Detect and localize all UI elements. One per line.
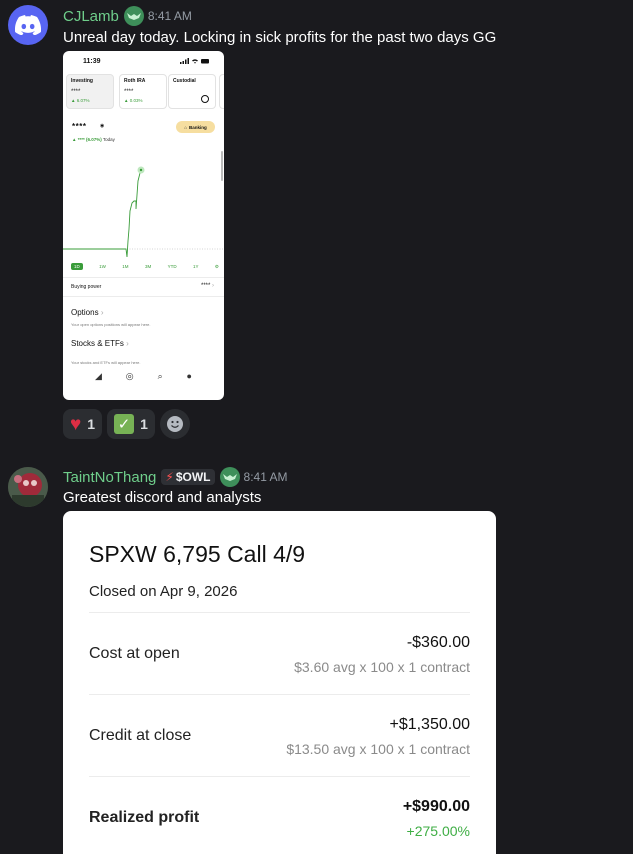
username[interactable]: CJLamb: [63, 8, 119, 25]
banking-button[interactable]: ⌂ Banking: [176, 121, 215, 133]
account-change: ▲ 6.07%: [71, 98, 90, 103]
add-reaction-button[interactable]: [159, 409, 190, 439]
avatar[interactable]: [8, 467, 48, 507]
status-time: 11:39: [83, 58, 101, 65]
portfolio-line-chart[interactable]: [63, 151, 224, 261]
divider: [89, 776, 470, 777]
cost-at-open-value: -$360.00: [406, 634, 470, 651]
message-text: Unreal day today. Locking in sick profit…: [63, 29, 497, 46]
chart-range-selector: 1D 1W 1M 3M YTD 1Y ⚙: [71, 263, 219, 270]
buying-power-label: Buying power: [71, 284, 102, 290]
divider: [63, 277, 224, 278]
stocks-section-title[interactable]: Stocks & ETFs ›: [71, 339, 129, 348]
status-icons: [180, 58, 210, 66]
bottom-tab-bar: ◢ ◎ ⌕ ●: [63, 371, 224, 382]
stocks-section-subtitle: Your stocks and ETFs will appear here.: [71, 360, 141, 365]
banking-label: Banking: [188, 124, 207, 130]
cost-at-open-label: Cost at open: [89, 645, 180, 662]
account-name: Custodial: [173, 78, 196, 84]
search-tab-icon[interactable]: ⌕: [158, 371, 163, 382]
account-change: ▲ 0.03%: [124, 98, 143, 103]
eye-icon[interactable]: ◉: [100, 123, 104, 129]
options-section-subtitle: Your open options positions will appear …: [71, 322, 151, 327]
realized-profit-percent: +275.00%: [406, 823, 470, 839]
account-name: Investing: [71, 78, 93, 84]
signal-icon: [180, 58, 209, 64]
account-tab-icon[interactable]: ●: [187, 371, 192, 382]
realized-profit-value: +$990.00: [402, 798, 470, 815]
buying-power-amount: ****: [200, 283, 211, 289]
realized-profit-label: Realized profit: [89, 809, 200, 826]
smiley-icon: [166, 416, 183, 432]
divider: [89, 612, 470, 613]
timestamp: 8:41 AM: [243, 470, 288, 484]
discord-logo-icon: [15, 15, 41, 35]
account-card-partial: [219, 74, 224, 109]
avatar-image-icon: [8, 467, 48, 507]
today-change: ▲ **** (6.07%) Today: [72, 137, 115, 142]
scroll-indicator: [221, 151, 223, 181]
portfolio-line: [63, 168, 142, 258]
stocks-title: Stocks & ETFs: [71, 339, 124, 348]
image-attachment[interactable]: 11:39 Investing **** ▲ 6.07% Roth IRA **…: [63, 51, 224, 400]
crypto-tab-icon[interactable]: ◎: [126, 371, 134, 382]
chevron-right-icon: ›: [126, 339, 129, 348]
heart-icon: ♥: [70, 413, 82, 435]
balance: ****: [72, 122, 87, 131]
lightning-icon: ⚡: [165, 470, 174, 484]
current-point-dot: [139, 168, 143, 172]
bank-icon: ⌂: [184, 124, 187, 130]
options-title: Options: [71, 308, 99, 317]
account-name: Roth IRA: [124, 78, 146, 84]
owl-role-icon[interactable]: [123, 6, 144, 26]
timestamp: 8:41 AM: [147, 9, 192, 23]
message-cjlamb: CJLamb 8:41 AM Unreal day today. Locking…: [0, 0, 633, 440]
trade-title: SPXW 6,795 Call 4/9: [89, 541, 306, 567]
range-1y[interactable]: 1Y: [193, 264, 199, 269]
range-1m[interactable]: 1M: [122, 264, 128, 269]
credit-at-close-label: Credit at close: [89, 727, 192, 744]
credit-at-close-detail: $13.50 avg x 100 x 1 contract: [286, 741, 470, 757]
message-header: TaintNoThang ⚡ $OWL 8:41 AM: [63, 467, 288, 487]
avatar[interactable]: [8, 5, 48, 45]
account-value: ****: [124, 89, 134, 95]
account-card-custodial[interactable]: Custodial: [168, 74, 216, 109]
options-section-title[interactable]: Options ›: [71, 308, 103, 317]
server-tag[interactable]: ⚡ $OWL: [161, 469, 215, 485]
divider: [89, 694, 470, 695]
server-tag-label: $OWL: [175, 470, 211, 484]
buying-power-value[interactable]: **** ›: [201, 283, 214, 289]
message-text: Greatest discord and analysts: [63, 489, 262, 506]
range-1w[interactable]: 1W: [99, 264, 106, 269]
username[interactable]: TaintNoThang: [63, 469, 156, 486]
reaction-check[interactable]: ✓ 1: [107, 409, 155, 439]
account-value: ****: [71, 89, 81, 95]
cost-at-open-detail: $3.60 avg x 100 x 1 contract: [294, 659, 470, 675]
reactions: ♥ 1 ✓ 1: [63, 409, 190, 439]
investing-tab-icon[interactable]: ◢: [95, 371, 102, 382]
account-card-roth-ira[interactable]: Roth IRA **** ▲ 0.03%: [119, 74, 167, 109]
reaction-count: 1: [140, 416, 148, 432]
owl-role-icon[interactable]: [219, 467, 240, 487]
closed-date: Closed on Apr 9, 2026: [89, 583, 238, 600]
chevron-right-icon: ›: [212, 283, 214, 289]
check-mark-icon: ✓: [114, 414, 135, 434]
trade-card-image[interactable]: SPXW 6,795 Call 4/9 Closed on Apr 9, 202…: [63, 511, 496, 854]
chevron-right-icon: ›: [100, 308, 104, 317]
range-1d[interactable]: 1D: [71, 263, 83, 270]
divider: [63, 296, 224, 297]
range-3m[interactable]: 3M: [145, 264, 151, 269]
target-icon: [201, 95, 209, 103]
chart-settings-icon[interactable]: ⚙: [215, 264, 219, 270]
message-header: CJLamb 8:41 AM: [63, 6, 192, 26]
today-change-value: ▲ **** (6.07%): [72, 137, 102, 142]
account-card-investing[interactable]: Investing **** ▲ 6.07%: [66, 74, 114, 109]
reaction-heart[interactable]: ♥ 1: [63, 409, 103, 439]
reaction-count: 1: [87, 416, 96, 432]
credit-at-close-value: +$1,350.00: [389, 716, 470, 733]
today-label: Today: [102, 137, 115, 142]
range-ytd[interactable]: YTD: [168, 264, 177, 269]
